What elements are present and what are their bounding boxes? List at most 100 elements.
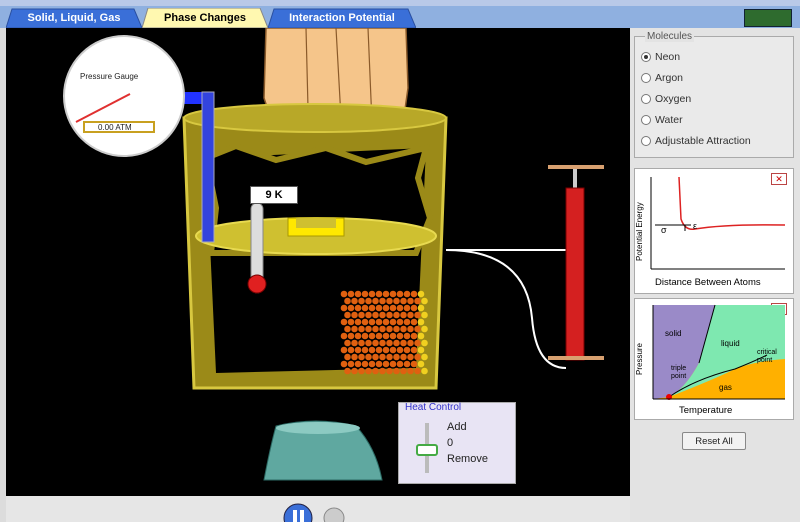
solid-label: solid <box>665 329 682 338</box>
molecule <box>417 318 425 326</box>
pump[interactable] <box>445 165 604 369</box>
molecule <box>417 332 425 340</box>
molecule <box>351 325 358 333</box>
molecule <box>365 297 372 305</box>
radio-icon <box>641 94 651 104</box>
molecule <box>347 290 355 298</box>
molecule <box>347 318 355 326</box>
molecule <box>354 290 362 298</box>
pressure-tube-vertical <box>201 91 215 243</box>
step-button[interactable] <box>323 507 345 522</box>
molecules-panel: Molecules Neon Argon Oxygen Water Adjust… <box>634 31 794 158</box>
molecule <box>379 339 386 347</box>
molecule <box>407 339 414 347</box>
molecule <box>344 311 351 319</box>
radio-label: Adjustable Attraction <box>655 135 751 147</box>
radio-argon[interactable]: Argon <box>641 72 683 84</box>
epsilon-label: ε <box>693 221 698 231</box>
molecule <box>414 353 421 361</box>
molecule <box>417 360 425 368</box>
molecule <box>410 304 418 312</box>
radio-label: Neon <box>655 51 681 63</box>
heat-slider-thumb[interactable] <box>416 444 438 456</box>
molecule <box>368 304 376 312</box>
tab-interaction-potential[interactable]: Interaction Potential <box>268 8 416 28</box>
molecule <box>414 297 421 305</box>
simulation-graphics <box>63 28 604 481</box>
molecule <box>368 318 376 326</box>
pd-xlabel: Temperature <box>679 405 733 416</box>
tab-label: Solid, Liquid, Gas <box>27 12 121 24</box>
molecule <box>372 339 379 347</box>
molecule <box>393 353 400 361</box>
molecule <box>361 360 369 368</box>
molecule <box>372 367 379 375</box>
radio-oxygen[interactable]: Oxygen <box>641 93 691 105</box>
molecule <box>354 332 362 340</box>
molecule <box>375 346 383 354</box>
molecule <box>344 297 351 305</box>
molecule <box>361 332 369 340</box>
molecule <box>396 290 404 298</box>
radio-icon <box>641 73 651 83</box>
molecule <box>379 311 386 319</box>
reset-all-button[interactable]: Reset All <box>682 432 746 450</box>
molecule <box>403 290 411 298</box>
molecule <box>354 346 362 354</box>
molecule <box>417 346 425 354</box>
radio-icon <box>641 136 651 146</box>
molecule <box>379 297 386 305</box>
molecule <box>351 297 358 305</box>
molecule <box>400 353 407 361</box>
molecule <box>407 367 414 375</box>
molecule <box>386 311 393 319</box>
pe-ylabel: Potential Energy <box>635 202 644 261</box>
molecule <box>421 367 428 375</box>
molecule <box>396 304 404 312</box>
radio-water[interactable]: Water <box>641 114 683 126</box>
thermometer <box>247 202 267 294</box>
molecule <box>421 311 428 319</box>
molecule <box>414 311 421 319</box>
heat-slider[interactable] <box>407 419 447 479</box>
molecule <box>386 297 393 305</box>
molecule <box>375 332 383 340</box>
tab-phase-changes[interactable]: Phase Changes <box>142 8 268 28</box>
molecule <box>389 304 397 312</box>
simulation-canvas: Pressure Gauge 0.00 ATM 9 K Heat Control… <box>6 28 630 496</box>
temperature-unit: K <box>274 189 283 201</box>
tab-label: Phase Changes <box>164 12 246 24</box>
molecule <box>368 290 376 298</box>
heat-remove-label: Remove <box>447 453 488 465</box>
molecule <box>340 318 348 326</box>
radio-adjustable-attraction[interactable]: Adjustable Attraction <box>641 135 751 147</box>
pause-icon <box>293 510 297 522</box>
molecule <box>414 325 421 333</box>
molecule <box>382 332 390 340</box>
molecule <box>389 360 397 368</box>
tab-solid-liquid-gas[interactable]: Solid, Liquid, Gas <box>6 8 142 28</box>
molecule <box>358 353 365 361</box>
molecule <box>358 297 365 305</box>
molecule <box>379 367 386 375</box>
molecule <box>396 318 404 326</box>
molecule <box>354 318 362 326</box>
radio-icon <box>641 115 651 125</box>
molecule <box>379 325 386 333</box>
pause-button[interactable] <box>283 503 313 522</box>
playback-controls <box>6 496 630 522</box>
molecule <box>410 346 418 354</box>
molecule <box>340 304 348 312</box>
molecule <box>410 290 418 298</box>
pe-xlabel: Distance Between Atoms <box>655 277 761 288</box>
molecule <box>372 353 379 361</box>
molecule <box>351 311 358 319</box>
molecule <box>382 290 390 298</box>
molecule <box>403 360 411 368</box>
radio-neon[interactable]: Neon <box>641 51 680 63</box>
molecule <box>410 360 418 368</box>
molecule <box>407 297 414 305</box>
heat-control-panel: Heat Control Add 0 Remove <box>398 402 516 484</box>
molecule <box>344 353 351 361</box>
molecule <box>386 353 393 361</box>
